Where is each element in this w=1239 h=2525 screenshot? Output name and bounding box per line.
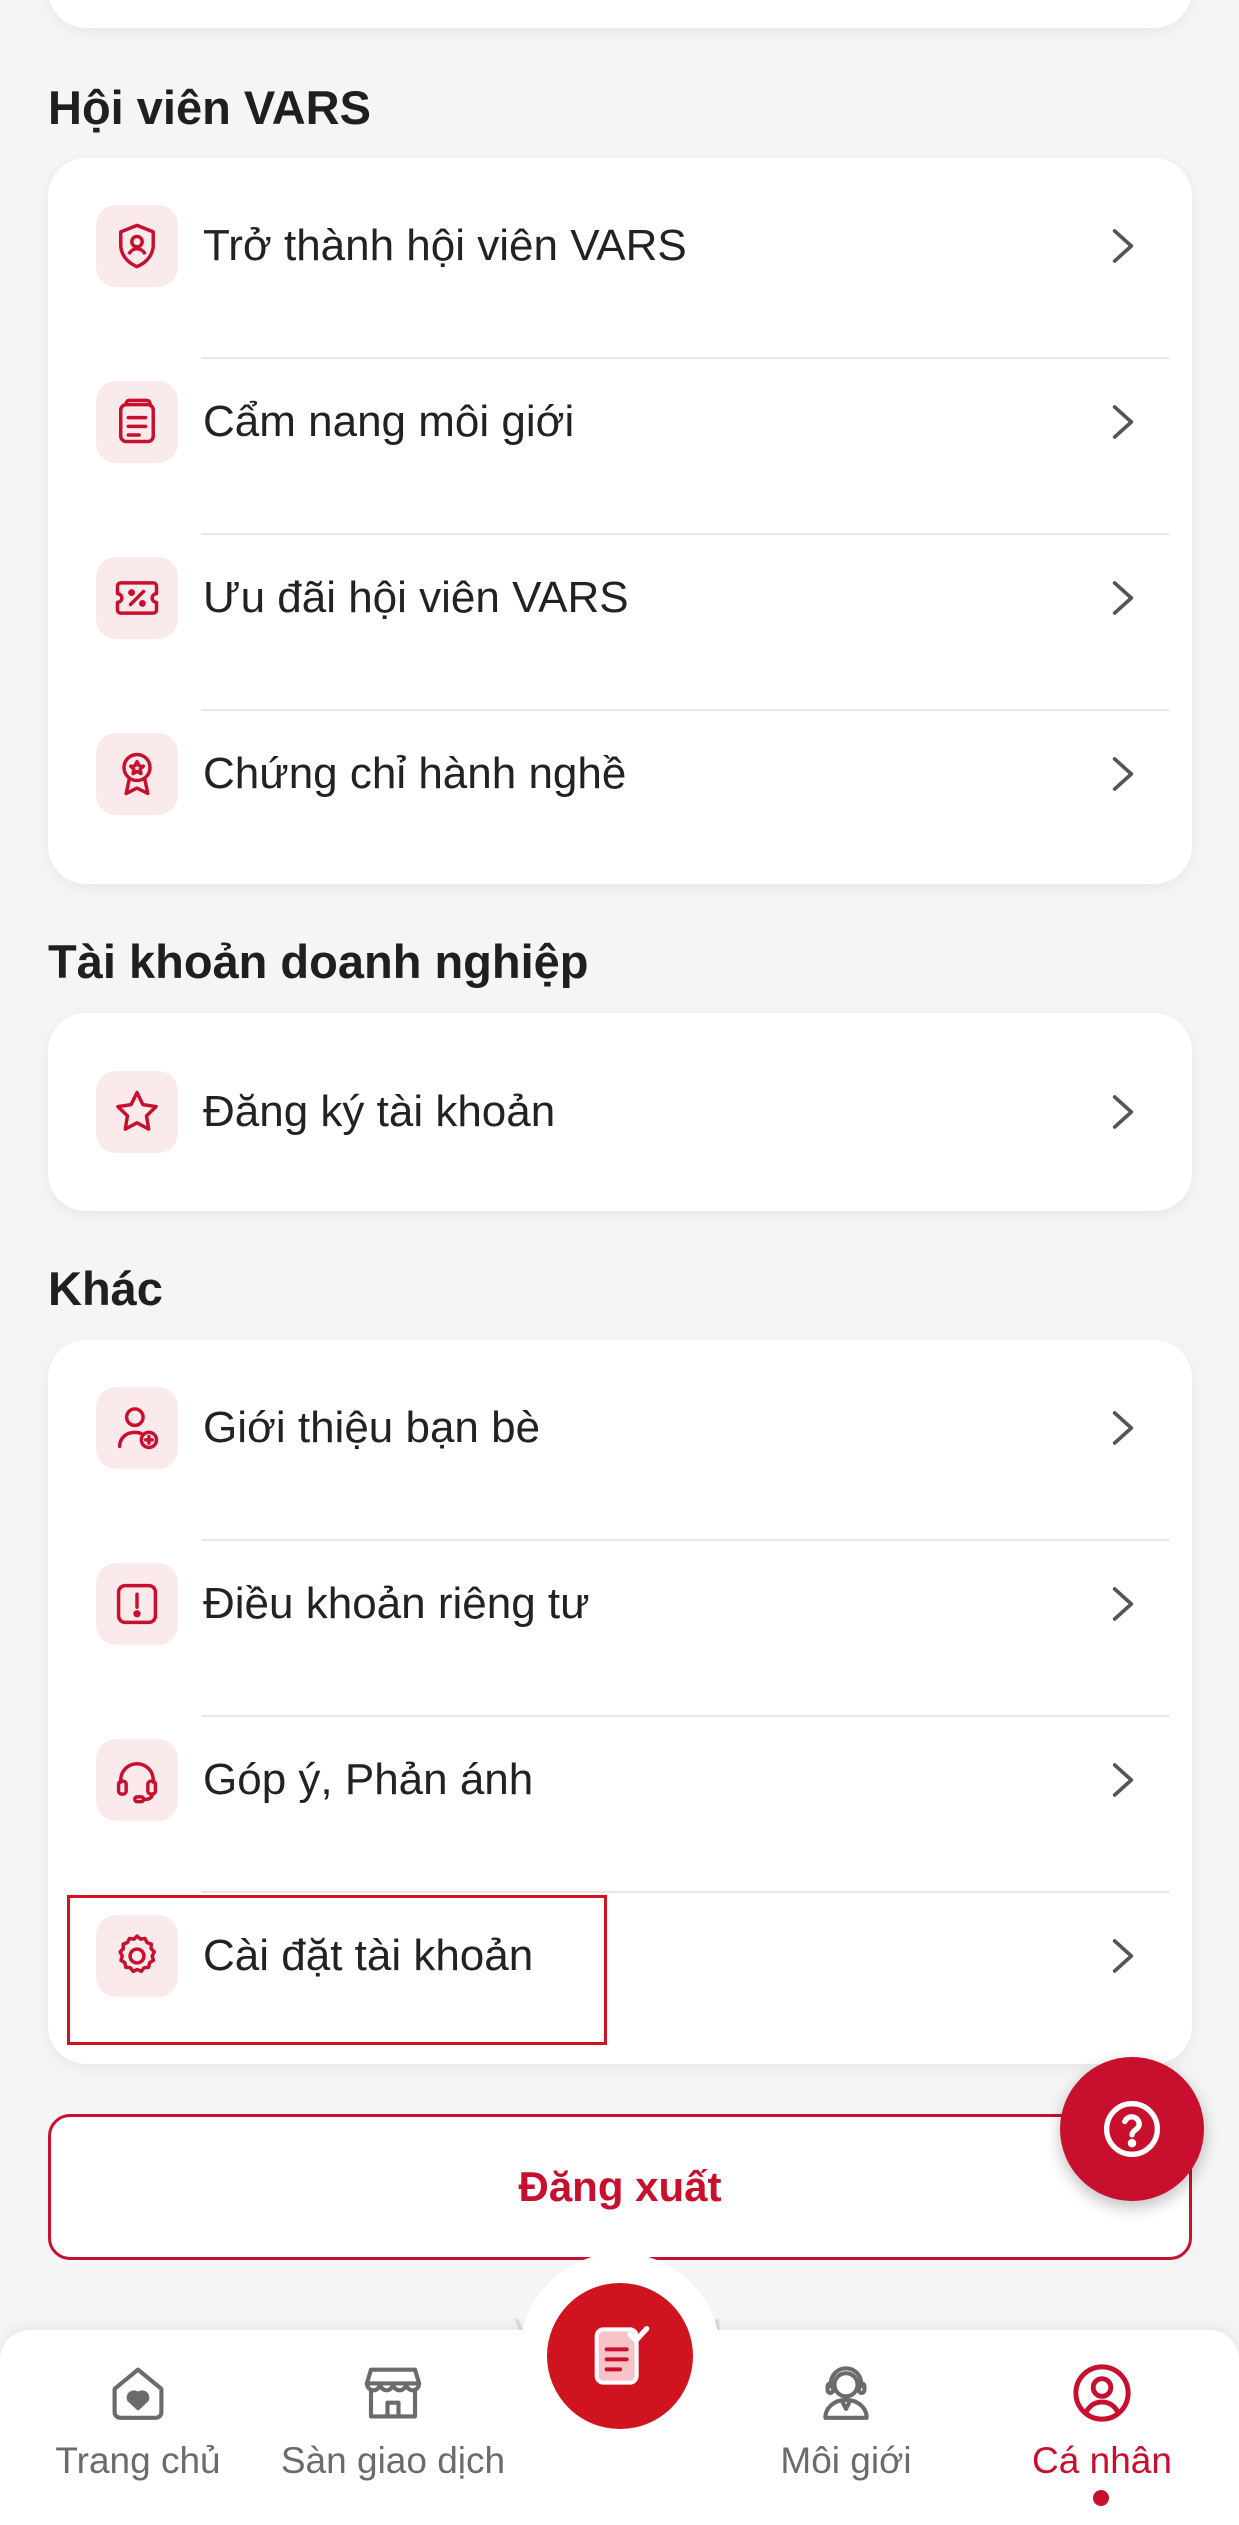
menu-item-refer-friends[interactable]: Giới thiệu bạn bè — [48, 1340, 1192, 1516]
menu-item-label: Chứng chỉ hành nghề — [203, 749, 627, 798]
handbook-icon — [96, 381, 178, 463]
nav-item-home[interactable]: Trang chủ — [8, 2360, 268, 2482]
section-title-other: Khác — [48, 1262, 163, 1315]
menu-item-register-account[interactable]: Đăng ký tài khoản — [48, 1024, 1192, 1200]
discount-ticket-icon — [96, 557, 178, 639]
nav-label: Trang chủ — [55, 2440, 221, 2481]
menu-item-member-offers[interactable]: Ưu đãi hội viên VARS — [48, 510, 1192, 686]
nav-label: Môi giới — [780, 2440, 912, 2481]
chevron-right-icon — [1112, 405, 1134, 439]
menu-item-label: Góp ý, Phản ánh — [203, 1755, 534, 1804]
menu-item-label: Đăng ký tài khoản — [203, 1087, 556, 1136]
menu-item-feedback[interactable]: Góp ý, Phản ánh — [48, 1692, 1192, 1868]
chevron-right-icon — [1112, 229, 1134, 263]
previous-card — [48, 0, 1192, 28]
menu-item-label: Trở thành hội viên VARS — [203, 221, 687, 270]
headset-icon — [96, 1739, 178, 1821]
menu-item-label: Ưu đãi hội viên VARS — [203, 573, 629, 622]
menu-item-label: Điều khoản riêng tư — [203, 1579, 590, 1628]
user-add-icon — [96, 1387, 178, 1469]
create-listing-button[interactable] — [547, 2283, 693, 2429]
chevron-right-icon — [1112, 581, 1134, 615]
nav-item-profile[interactable]: Cá nhân — [972, 2360, 1232, 2482]
nav-item-marketplace[interactable]: Sàn giao dịch — [263, 2360, 523, 2482]
section-title-membership: Hội viên VARS — [48, 81, 371, 134]
menu-item-label: Cẩm nang môi giới — [203, 397, 575, 446]
gear-icon — [96, 1915, 178, 1997]
star-icon — [96, 1071, 178, 1153]
help-button[interactable] — [1060, 2057, 1204, 2201]
profile-icon — [1073, 2364, 1131, 2422]
menu-item-certificate[interactable]: Chứng chỉ hành nghề — [48, 686, 1192, 862]
chevron-right-icon — [1112, 757, 1134, 791]
membership-card: Trở thành hội viên VARS Cẩm nang môi giớ… — [48, 158, 1192, 884]
question-icon — [1104, 2101, 1160, 2157]
chevron-right-icon — [1112, 1095, 1134, 1129]
section-title-business: Tài khoản doanh nghiệp — [48, 935, 589, 988]
chevron-right-icon — [1112, 1587, 1134, 1621]
business-card: Đăng ký tài khoản — [48, 1013, 1192, 1211]
document-check-icon — [594, 2326, 650, 2385]
nav-label: Sàn giao dịch — [280, 2440, 506, 2481]
chevron-right-icon — [1112, 1411, 1134, 1445]
active-indicator-dot — [1093, 2490, 1109, 2506]
shield-user-icon — [96, 205, 178, 287]
nav-item-brokers[interactable]: Môi giới — [716, 2360, 976, 2482]
menu-item-become-member[interactable]: Trở thành hội viên VARS — [48, 158, 1192, 334]
menu-item-label: Cài đặt tài khoản — [203, 1931, 534, 1980]
exclamation-icon — [96, 1563, 178, 1645]
chevron-right-icon — [1112, 1939, 1134, 1973]
menu-item-handbook[interactable]: Cẩm nang môi giới — [48, 334, 1192, 510]
home-heart-icon — [112, 2367, 164, 2420]
menu-item-label: Giới thiệu bạn bè — [203, 1403, 541, 1452]
menu-item-privacy-terms[interactable]: Điều khoản riêng tư — [48, 1516, 1192, 1692]
chevron-right-icon — [1112, 1763, 1134, 1797]
other-card: Giới thiệu bạn bè Điều khoản riêng tư Gó… — [48, 1340, 1192, 2064]
storefront-icon — [364, 2367, 422, 2419]
agent-headset-icon — [823, 2366, 869, 2420]
menu-item-account-settings[interactable]: Cài đặt tài khoản — [48, 1868, 1192, 2044]
logout-button[interactable]: Đăng xuất — [48, 2114, 1192, 2260]
certificate-badge-icon — [96, 733, 178, 815]
account-screen: Hội viên VARS Trở thành hội viên VARS Cẩ… — [0, 0, 1239, 2525]
nav-label: Cá nhân — [1032, 2440, 1172, 2481]
